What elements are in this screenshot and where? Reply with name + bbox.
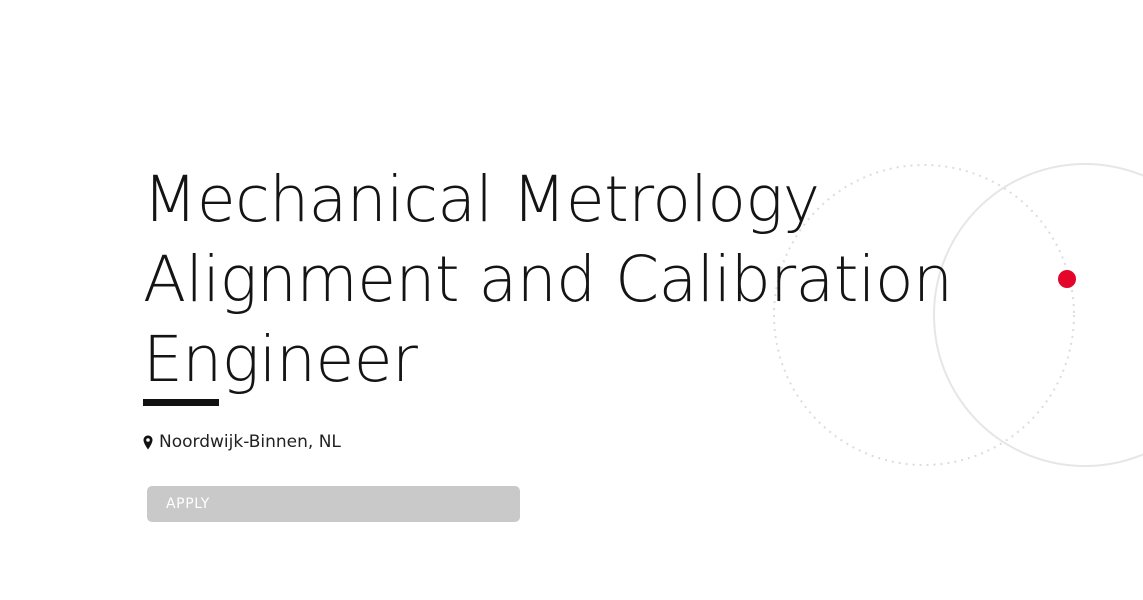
- job-hero: Mechanical Metrology Alignment and Calib…: [143, 160, 963, 452]
- accent-dot: [1058, 270, 1076, 288]
- job-title: Mechanical Metrology Alignment and Calib…: [143, 160, 963, 400]
- title-underline-bar: [143, 399, 219, 406]
- solid-orbit-ring: [933, 163, 1143, 467]
- job-title-line-3: Engineer: [143, 323, 418, 396]
- job-title-line-2: Alignment and Calibration: [143, 243, 953, 316]
- job-location-text: Noordwijk-Binnen, NL: [159, 432, 341, 452]
- job-location: Noordwijk-Binnen, NL: [143, 432, 341, 452]
- job-title-line-1: Mechanical Metrology: [143, 163, 820, 236]
- apply-button[interactable]: APPLY: [147, 486, 520, 522]
- map-pin-icon: [143, 435, 153, 450]
